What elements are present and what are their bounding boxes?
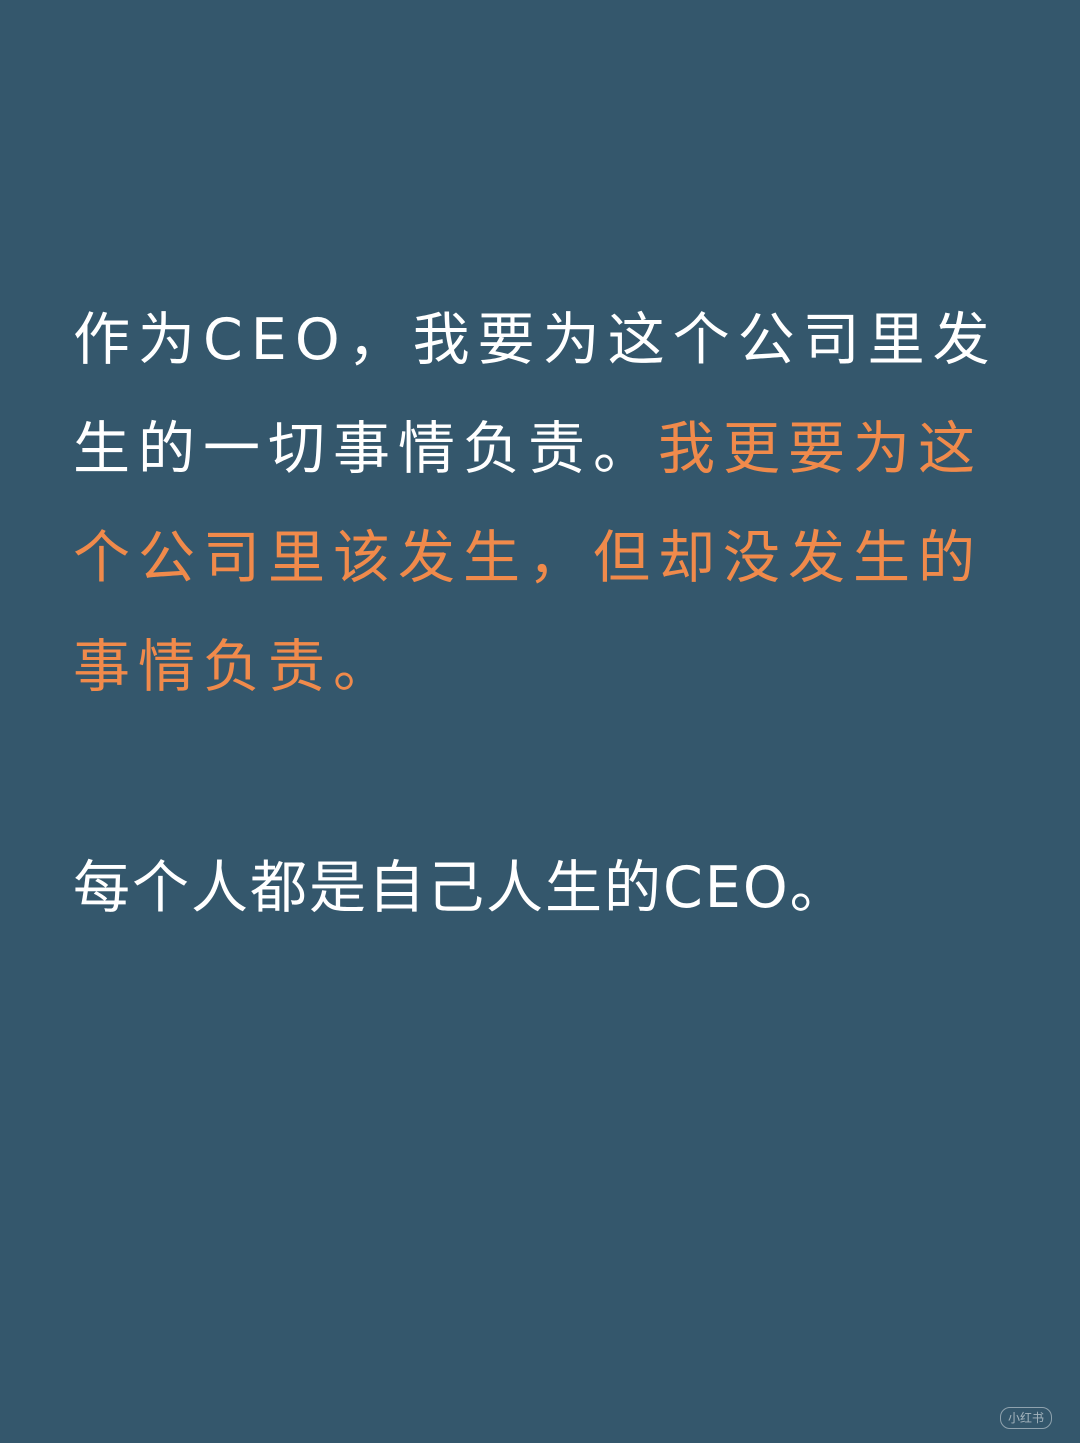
closing-statement: 每个人都是自己人生的CEO。 [73, 855, 849, 921]
quote-paragraph: 作为CEO，我要为这个公司里发生的一切事情负责。我更要为这个公司里该发生，但却没… [73, 286, 1013, 722]
slide-page: 作为CEO，我要为这个公司里发生的一切事情负责。我更要为这个公司里该发生，但却没… [0, 0, 1080, 1443]
watermark-logo: 小红书 [999, 1407, 1052, 1429]
